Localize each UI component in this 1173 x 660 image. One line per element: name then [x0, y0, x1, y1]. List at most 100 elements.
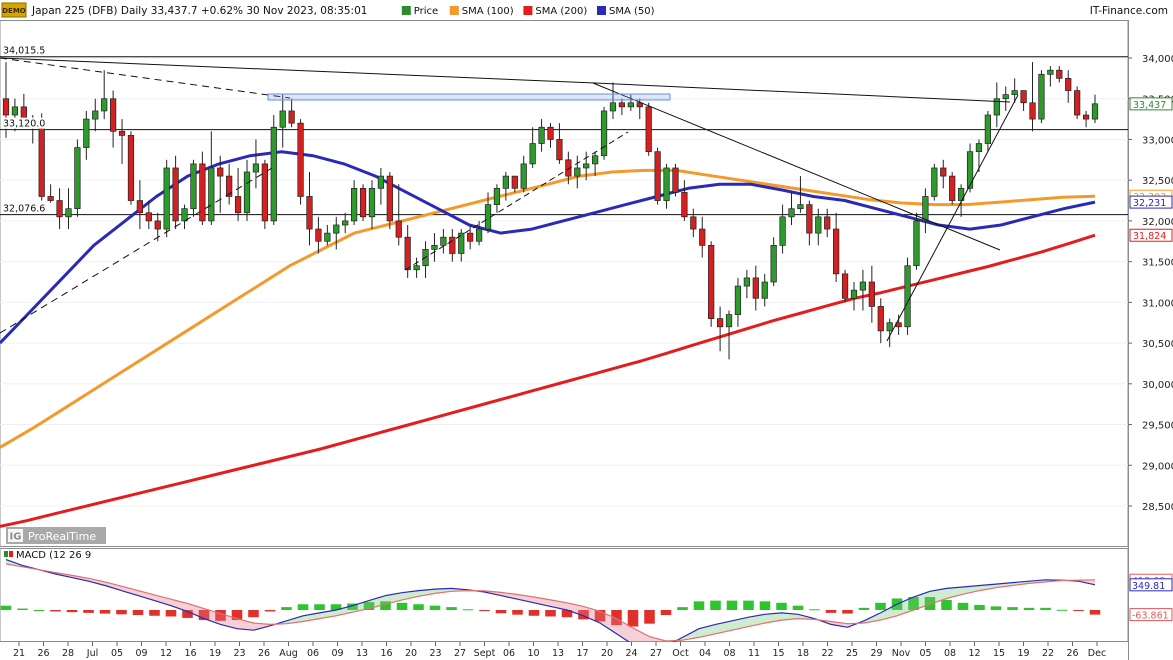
candle-up	[520, 155, 527, 193]
demo-badge: DEMO	[1, 2, 27, 18]
macd-histogram-bar	[396, 602, 408, 610]
candle-body	[324, 232, 331, 242]
candle-body	[868, 281, 875, 307]
candle-body	[217, 167, 224, 177]
candle-down	[672, 163, 679, 197]
candle-body	[440, 236, 447, 246]
candle-body	[449, 236, 456, 254]
candle-down	[511, 175, 518, 193]
macd-histogram-bar	[792, 605, 804, 610]
candle-body	[618, 102, 626, 108]
candle-body	[922, 196, 929, 222]
macd-histogram-bar	[693, 601, 705, 610]
date-tick-label: Dec	[1088, 648, 1106, 659]
candle-down	[199, 151, 206, 225]
candle-body	[743, 277, 750, 287]
price-tick-label: 32,500	[1142, 176, 1173, 187]
candle-body	[904, 265, 911, 328]
date-tick-label: 29	[870, 648, 882, 659]
candle-down	[136, 180, 144, 230]
macd-histogram-bar	[726, 600, 738, 610]
date-tick-label: 22	[821, 648, 833, 659]
candle-up	[859, 269, 867, 311]
macd-histogram-bar	[116, 610, 127, 615]
date-tick-label: 08	[944, 648, 956, 659]
candle-up	[190, 159, 197, 217]
date-tick-label: 12	[968, 648, 980, 659]
date-tick-label: Sept	[474, 648, 496, 659]
svg-text:ProRealTime: ProRealTime	[28, 530, 96, 543]
macd-value-label: 349.81	[1132, 581, 1165, 592]
chart-title: Japan 225 (DFB) Daily 33,437.7 +0.62% 30…	[31, 5, 367, 17]
macd-histogram-bar	[132, 610, 144, 616]
logo-icon: IG	[10, 532, 22, 543]
candle-down	[127, 131, 135, 205]
candle-body	[1082, 114, 1090, 120]
legend-swatch	[401, 6, 411, 15]
candle-down	[288, 98, 295, 128]
date-tick-label: 16	[184, 648, 196, 659]
candle-body	[127, 135, 135, 201]
date-tick-label: 15	[772, 648, 784, 659]
resistance-zone	[267, 93, 671, 101]
value-tag-label: 32,231	[1133, 198, 1166, 209]
candle-down	[1065, 70, 1072, 103]
macd-histogram-bar	[446, 607, 457, 610]
candle-body	[11, 106, 19, 116]
candle-body	[520, 163, 527, 189]
candle-up	[377, 167, 385, 205]
candle-down	[1074, 86, 1081, 120]
candle-body	[208, 167, 215, 222]
candle-body	[190, 163, 197, 210]
macd-histogram-bar	[281, 607, 292, 610]
candle-body	[690, 216, 697, 230]
macd-histogram-bar	[314, 604, 325, 610]
candle-up	[181, 204, 188, 230]
candle-down	[645, 102, 652, 156]
candle-body	[841, 273, 849, 299]
candle-body	[824, 216, 831, 230]
macd-histogram-bar	[479, 610, 490, 612]
candle-body	[431, 244, 438, 250]
price-tick-label: 28,500	[1142, 502, 1173, 513]
candle-body	[1011, 90, 1018, 96]
candle-body	[404, 236, 411, 271]
price-tick-label: 34,000	[1142, 54, 1173, 65]
candle-body	[342, 220, 349, 226]
candle-up	[440, 229, 447, 254]
candle-up	[431, 233, 438, 262]
candle-body	[386, 175, 393, 222]
candle-body	[92, 110, 99, 120]
candle-body	[913, 220, 920, 267]
macd-histogram-bar	[66, 610, 78, 613]
macd-histogram-bar	[149, 610, 160, 616]
candle-down	[261, 159, 268, 230]
source-label: IT-Finance.com	[1090, 5, 1168, 17]
macd-histogram-bar	[710, 600, 721, 610]
date-axis: 21 26 28 Jul 05 09 12 16 19 23 26 Aug 06 09 13 16 20 23 27…	[13, 642, 1106, 659]
candle-up	[475, 220, 483, 246]
value-tag-label: 33,437	[1133, 100, 1166, 111]
candle-up	[324, 224, 331, 246]
candle-body	[645, 106, 652, 153]
candle-body	[654, 151, 661, 201]
macd-histogram-bar	[528, 610, 540, 616]
macd-histogram-bar	[644, 610, 655, 624]
candle-down	[118, 119, 126, 164]
macd-histogram-bar	[33, 610, 45, 611]
macd-histogram-bar	[248, 610, 259, 618]
candle-up	[538, 119, 545, 152]
date-tick-label: 23	[429, 648, 441, 659]
date-tick-label: Jul	[86, 648, 98, 659]
candle-body	[583, 163, 590, 169]
grid	[0, 57, 1128, 507]
candle-down	[752, 265, 759, 311]
date-tick-label: 25	[846, 648, 858, 659]
candle-body	[806, 204, 813, 234]
macd-title: MACD (12 26 9	[4, 550, 91, 561]
candle-body	[359, 187, 367, 218]
candle-up	[529, 127, 536, 168]
candle-up	[609, 82, 617, 120]
macd-histogram-bar	[743, 600, 754, 610]
date-tick-label: 27	[650, 648, 662, 659]
